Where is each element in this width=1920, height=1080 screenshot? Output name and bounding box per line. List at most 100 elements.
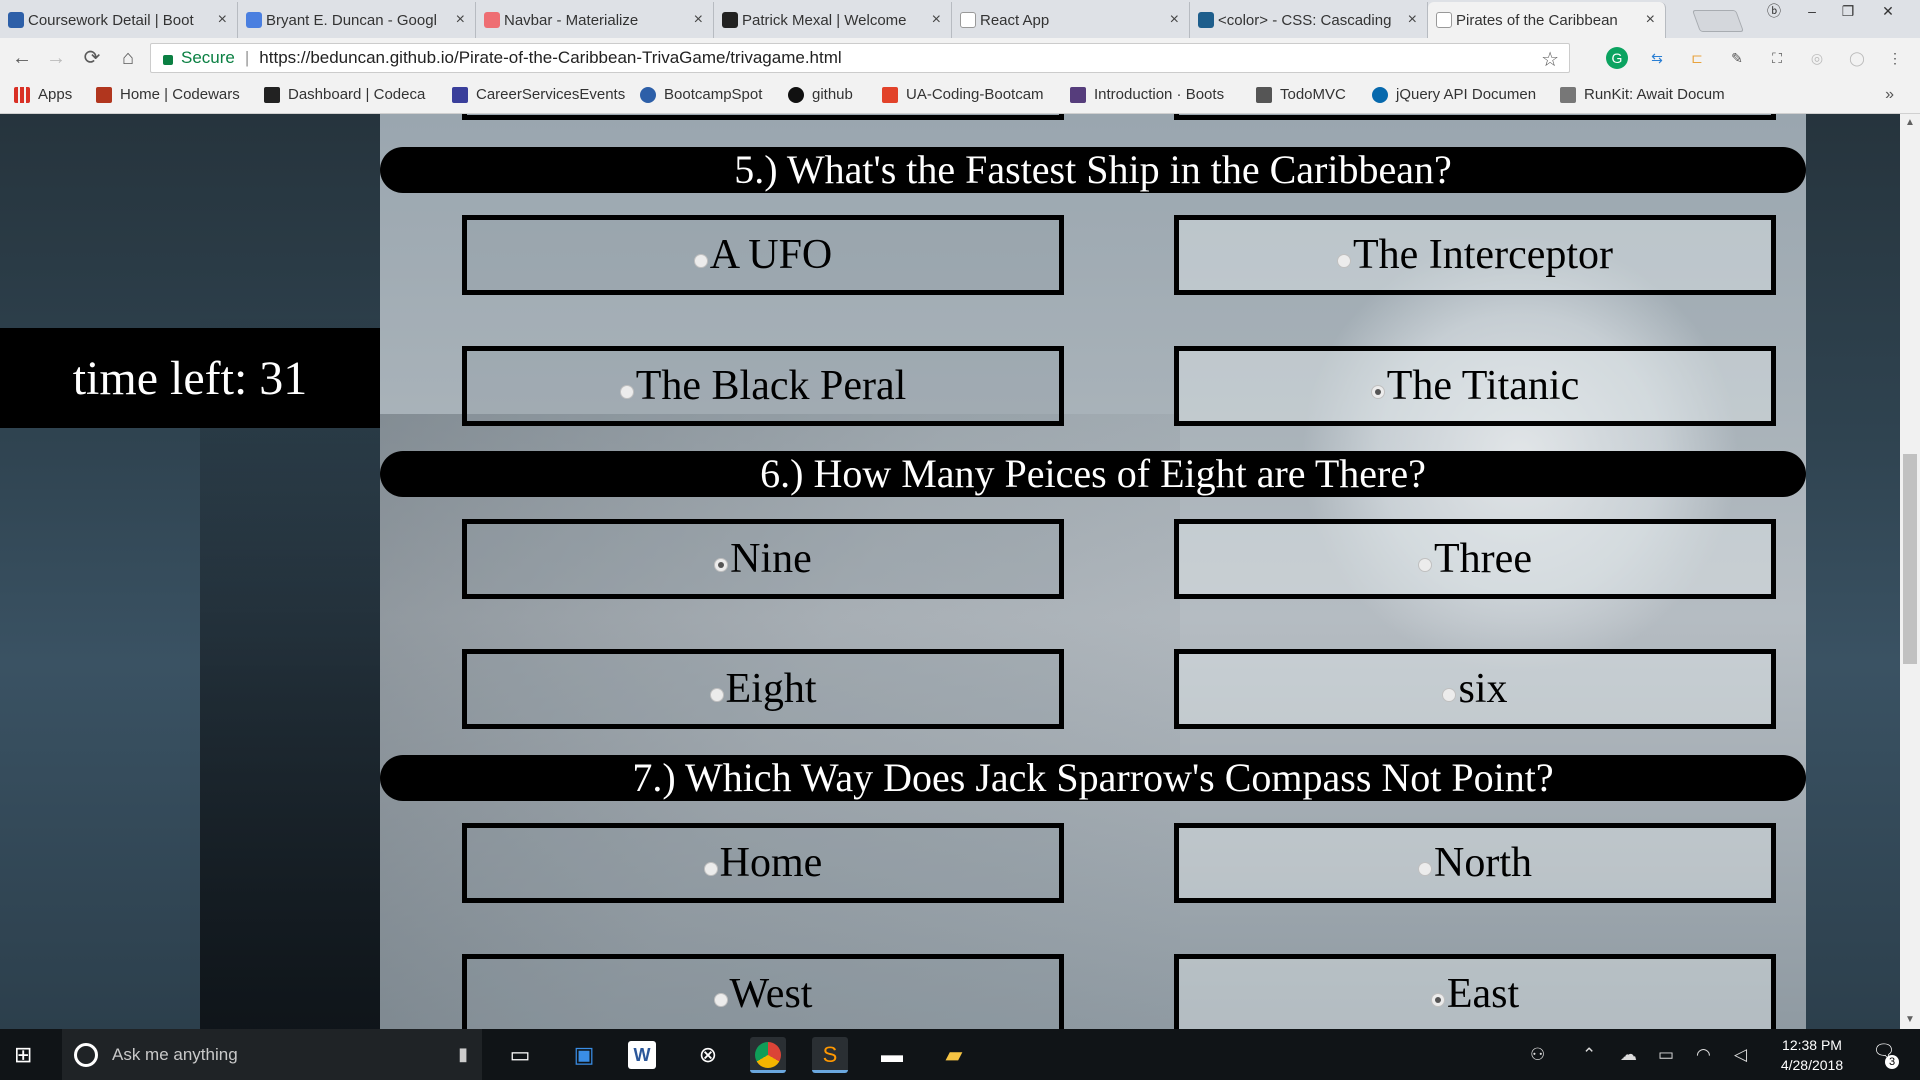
terminal-icon[interactable]: ▬ — [874, 1037, 910, 1073]
sync-arrows-icon[interactable]: ⇆ — [1646, 47, 1668, 69]
cortana-search-box[interactable]: Ask me anything ▮ — [62, 1029, 482, 1080]
extension-icon[interactable]: ◯ — [1846, 47, 1868, 69]
close-icon[interactable]: × — [1646, 11, 1655, 29]
radio-button[interactable] — [619, 385, 634, 399]
bookmark-codecademy[interactable]: Dashboard | Codeca — [264, 86, 434, 103]
bookmark-bootcampspot[interactable]: BootcampSpot — [640, 86, 762, 103]
answer-option[interactable]: Home — [462, 823, 1064, 903]
bookmark-todomvc[interactable]: TodoMVC — [1256, 86, 1346, 103]
close-icon[interactable]: × — [218, 11, 227, 29]
scroll-up-icon[interactable]: ▲ — [1900, 114, 1920, 132]
bookmark-github[interactable]: github — [788, 86, 853, 103]
screenshot-icon[interactable]: ⛶ — [1766, 47, 1788, 69]
forward-icon[interactable]: → — [44, 46, 68, 70]
tab-react-app[interactable]: React App × — [952, 2, 1190, 38]
radio-button[interactable] — [1370, 385, 1385, 399]
restore-icon[interactable]: ❐ — [1834, 0, 1862, 22]
vertical-scrollbar[interactable]: ▲ ▼ — [1900, 114, 1920, 1029]
close-window-icon[interactable]: ✕ — [1874, 0, 1902, 22]
home-icon[interactable]: ⌂ — [116, 46, 140, 70]
bookmark-label: BootcampSpot — [664, 86, 763, 103]
close-icon[interactable]: × — [1170, 11, 1179, 29]
chrome-icon[interactable] — [750, 1037, 786, 1073]
windows-taskbar: ⊞ Ask me anything ▮ ▭ ▣ W ⊗ S ▬ ▰ ⚇ ⌃ ☁ … — [0, 1029, 1920, 1080]
close-icon[interactable]: × — [1408, 11, 1417, 29]
radio-button[interactable] — [703, 862, 718, 876]
task-view-icon[interactable]: ▭ — [502, 1037, 538, 1073]
new-tab-button[interactable] — [1691, 10, 1745, 32]
radio-button[interactable] — [709, 688, 724, 702]
answer-option[interactable]: The Interceptor — [1174, 215, 1776, 295]
grammarly-icon[interactable]: G — [1606, 47, 1628, 69]
bookmark-bootstrap[interactable]: Introduction · Boots — [1070, 86, 1240, 103]
close-icon[interactable]: × — [932, 11, 941, 29]
wifi-icon[interactable]: ◠ — [1696, 1045, 1711, 1065]
close-icon[interactable]: × — [694, 11, 703, 29]
show-hidden-icons-icon[interactable]: ⌃ — [1582, 1045, 1596, 1065]
radio-button[interactable] — [713, 993, 728, 1007]
answer-option[interactable]: A UFO — [462, 215, 1064, 295]
radio-button[interactable] — [1336, 254, 1351, 268]
bookmark-gitlab[interactable]: UA-Coding-Bootcam — [882, 86, 1060, 103]
battery-icon[interactable]: ▭ — [1658, 1045, 1674, 1065]
tab-title: Navbar - Materialize — [504, 11, 639, 29]
radio-button[interactable] — [1442, 688, 1457, 702]
minimize-icon[interactable]: – — [1798, 0, 1826, 22]
reload-icon[interactable]: ⟳ — [80, 46, 104, 70]
sublime-text-icon[interactable]: S — [812, 1037, 848, 1073]
people-icon[interactable]: ⚇ — [1530, 1045, 1545, 1065]
tab-patrick-mexal[interactable]: Patrick Mexal | Welcome × — [714, 2, 952, 38]
microphone-icon[interactable]: ▮ — [458, 1044, 468, 1065]
close-icon[interactable]: × — [456, 11, 465, 29]
menu-icon[interactable]: ⋮ — [1884, 47, 1906, 69]
scroll-down-icon[interactable]: ▼ — [1900, 1011, 1920, 1029]
word-icon[interactable]: W — [628, 1041, 656, 1069]
answer-option[interactable]: Nine — [462, 519, 1064, 599]
answer-option[interactable]: Three — [1174, 519, 1776, 599]
xbox-icon[interactable]: ⊗ — [690, 1037, 726, 1073]
radio-button[interactable] — [1430, 993, 1445, 1007]
tab-materialize[interactable]: Navbar - Materialize × — [476, 2, 714, 38]
bookmark-runkit[interactable]: RunKit: Await Docum — [1560, 86, 1730, 103]
scrollbar-thumb[interactable] — [1903, 454, 1917, 664]
answer-option[interactable]: North — [1174, 823, 1776, 903]
more-bookmarks-icon[interactable]: » — [1885, 86, 1894, 104]
tab-pirates-trivia[interactable]: Pirates of the Caribbean × — [1428, 2, 1666, 38]
extension-icon[interactable]: ◎ — [1806, 47, 1828, 69]
tab-google-doc[interactable]: Bryant E. Duncan - Googl × — [238, 2, 476, 38]
onedrive-icon[interactable]: ☁ — [1620, 1045, 1637, 1065]
answer-option[interactable]: The Black Peral — [462, 346, 1064, 426]
answer-option[interactable]: The Titanic — [1174, 346, 1776, 426]
back-icon[interactable]: ← — [10, 46, 34, 70]
secure-label: Secure — [181, 48, 235, 67]
file-explorer-icon[interactable]: ▰ — [936, 1037, 972, 1073]
radio-button[interactable] — [1418, 558, 1433, 572]
bookmark-career-services[interactable]: CareerServicesEvents — [452, 86, 634, 103]
tab-coursework[interactable]: Coursework Detail | Boot × — [0, 2, 238, 38]
windows-start-icon[interactable]: ⊞ — [14, 1043, 38, 1067]
bookmark-apps[interactable]: Apps — [14, 86, 72, 103]
bookmark-star-icon[interactable]: ☆ — [1541, 47, 1559, 72]
mdn-favicon-icon — [1198, 12, 1214, 28]
tab-mdn-color[interactable]: <color> - CSS: Cascading × — [1190, 2, 1428, 38]
bookmark-jquery[interactable]: jQuery API Documen — [1372, 86, 1542, 103]
radio-button[interactable] — [693, 254, 708, 268]
answer-option[interactable]: six — [1174, 649, 1776, 729]
address-bar[interactable]: Secure | https://beduncan.github.io/Pira… — [150, 43, 1570, 73]
store-icon[interactable]: ▣ — [566, 1037, 602, 1073]
eyedropper-icon[interactable]: ✎ — [1726, 47, 1748, 69]
apps-grid-icon — [14, 86, 30, 103]
tag-icon[interactable]: ⊏ — [1686, 47, 1708, 69]
browser-tab-strip: Coursework Detail | Boot × Bryant E. Dun… — [0, 0, 1920, 38]
system-clock[interactable]: 12:38 PM 4/28/2018 — [1762, 1035, 1862, 1075]
profile-icon[interactable]: ⓑ — [1760, 0, 1788, 22]
volume-icon[interactable]: ◁ — [1734, 1045, 1747, 1065]
answer-option[interactable]: East — [1174, 954, 1776, 1029]
radio-button[interactable] — [714, 558, 729, 572]
bookmark-codewars[interactable]: Home | Codewars — [96, 86, 240, 103]
answer-option[interactable]: West — [462, 954, 1064, 1029]
url-text[interactable]: https://beduncan.github.io/Pirate-of-the… — [259, 48, 841, 68]
answer-option[interactable]: Eight — [462, 649, 1064, 729]
radio-button[interactable] — [1418, 862, 1432, 876]
github-icon — [788, 86, 804, 103]
